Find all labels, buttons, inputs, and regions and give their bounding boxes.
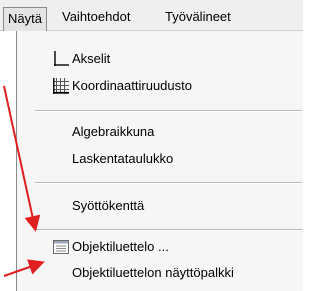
menu-separator [35, 182, 302, 184]
grid-icon [53, 78, 69, 94]
menu-item-objektiluettelon-nayttopalkki[interactable]: Objektiluettelon näyttöpalkki [17, 260, 304, 286]
nayta-dropdown-menu: Akselit Koordinaattiruudusto Algebraikku… [16, 31, 303, 291]
menu-nayta-label: Näytä [8, 11, 42, 26]
axes-icon [53, 51, 69, 67]
menu-item-label: Algebraikkuna [72, 124, 155, 139]
menu-tyovalineet[interactable]: Työvälineet [161, 7, 235, 27]
list-icon [53, 239, 69, 255]
menu-item-label: Akselit [72, 51, 111, 66]
menu-nayta[interactable]: Näytä [3, 7, 47, 31]
menu-item-label: Objektiluettelo ... [72, 239, 169, 254]
menu-item-label: Koordinaattiruudusto [72, 78, 192, 93]
menu-item-akselit[interactable]: Akselit [17, 46, 304, 72]
menu-vaihtoehdot-label: Vaihtoehdot [62, 9, 131, 24]
menu-item-objektiluettelo[interactable]: Objektiluettelo ... [17, 234, 304, 260]
menu-item-label: Laskentataulukko [72, 151, 174, 166]
menu-bar: Näytä Vaihtoehdot Työvälineet [0, 0, 303, 31]
menu-item-label: Syöttökenttä [72, 198, 145, 213]
menu-item-koordinaattiruudusto[interactable]: Koordinaattiruudusto [17, 73, 304, 99]
menu-vaihtoehdot[interactable]: Vaihtoehdot [58, 7, 134, 27]
menu-tyovalineet-label: Työvälineet [165, 9, 231, 24]
menu-separator [35, 229, 302, 231]
menu-item-syottokentta[interactable]: Syöttökenttä [17, 193, 304, 219]
menu-item-label: Objektiluettelon näyttöpalkki [72, 265, 234, 280]
menu-item-laskentataulukko[interactable]: Laskentataulukko [17, 146, 304, 172]
menu-item-algebraikkuna[interactable]: Algebraikkuna [17, 119, 304, 145]
menu-separator [35, 110, 302, 112]
